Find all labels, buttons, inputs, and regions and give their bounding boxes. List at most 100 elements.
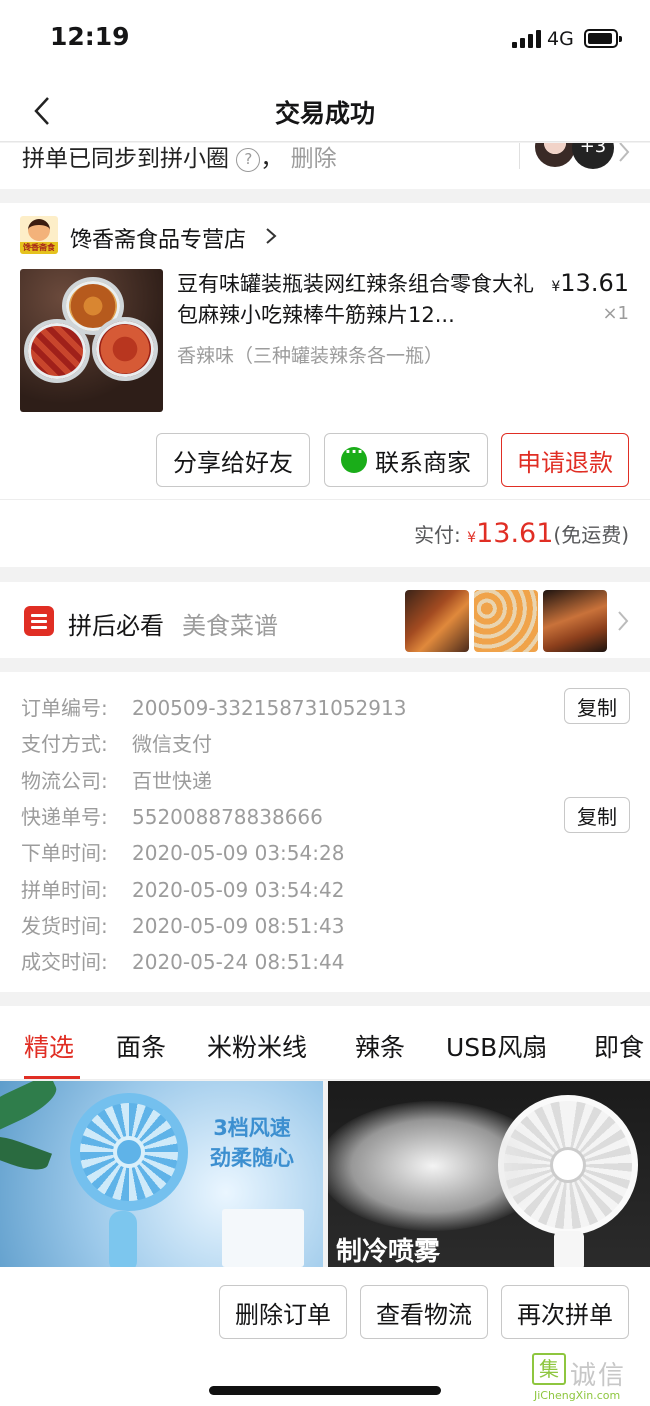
paid-currency: ¥ [467,530,477,546]
watermark: 集 诚信 JiChengXin.com [532,1353,650,1406]
sync-text: 拼单已同步到拼小圈 ?， 删除 [22,143,337,173]
tab-rice-noodles[interactable]: 米粉米线 [207,1028,307,1064]
product-caption: 制冷喷雾 [336,1237,441,1267]
delete-order-button[interactable]: 删除订单 [219,1285,347,1339]
view-logistics-button[interactable]: 查看物流 [360,1285,488,1339]
shop-name[interactable]: 馋香斋食品专营店 [70,222,246,254]
tab-usb-fan[interactable]: USB风扇 [446,1028,547,1064]
tab-spicy-strips[interactable]: 辣条 [355,1028,405,1064]
product-quantity: ×1 [602,303,629,324]
mist-image [328,1101,548,1231]
copy-order-number-button[interactable]: 复制 [564,688,630,724]
shop-logo: 馋香斋食品 [20,216,58,254]
sync-label: 拼单已同步到拼小圈 [22,146,229,172]
product-spec: 香辣味（三种罐装辣条各一瓶） [177,345,444,367]
detail-label: 拼单时间: [21,878,108,902]
detail-row-payment: 支付方式: 微信支付 [21,728,212,757]
price-currency: ¥ [551,279,561,295]
detail-value: 2020-05-24 08:51:44 [132,950,345,974]
detail-value: 200509-332158731052913 [132,696,407,720]
refund-button[interactable]: 申请退款 [501,433,629,487]
detail-label: 支付方式: [21,732,108,756]
product-caption: 3档风速 劲柔随心 [210,1113,294,1173]
share-button[interactable]: 分享给好友 [156,433,310,487]
recipe-image [474,590,538,652]
chevron-right-icon [266,228,277,244]
detail-value: 2020-05-09 03:54:42 [132,878,345,902]
detail-label: 发货时间: [21,914,108,938]
detail-label: 物流公司: [21,769,108,793]
tab-instant[interactable]: 即食 [594,1028,644,1064]
divider [0,499,650,500]
tab-indicator [24,1076,80,1079]
detail-row-tracking: 快递单号: 552008878838666 [21,801,323,830]
sync-row[interactable]: 拼单已同步到拼小圈 ?， 删除 +3 [0,143,650,189]
tab-noodles[interactable]: 面条 [116,1028,166,1064]
detail-value: 552008878838666 [132,805,323,829]
detail-label: 下单时间: [21,841,108,865]
recipe-sublabel: 美食菜谱 [182,612,278,640]
order-detail-screen: 12:19 4G 交易成功 拼单已同步到拼小圈 ?， 删除 +3 馋香斋食品 馋… [0,0,650,1406]
home-indicator [209,1386,441,1395]
detail-label: 快递单号: [21,805,108,829]
detail-value: 微信支付 [132,732,212,756]
chat-bubble-icon [341,442,367,473]
contact-seller-label: 联系商家 [375,448,471,477]
paid-note: (免运费) [553,523,629,547]
detail-value: 百世快递 [132,769,212,793]
detail-label: 成交时间: [21,950,108,974]
product-thumbnail[interactable] [20,269,163,412]
detail-value: 2020-05-09 08:51:43 [132,914,345,938]
recipe-image [543,590,607,652]
watermark-logo: 集 [532,1353,566,1385]
detail-row-complete-time: 成交时间: 2020-05-24 08:51:44 [21,946,344,975]
shop-card: 馋香斋食品 馋香斋食品专营店 豆有味罐装瓶装网红辣条组合零食大礼包麻辣小吃辣棒牛… [0,203,650,567]
watermark-url: JiChengXin.com [534,1389,621,1402]
contact-seller-button[interactable]: 联系商家 [324,433,488,487]
detail-row-order-number: 订单编号: 200509-332158731052913 [21,692,406,721]
detail-value: 2020-05-09 03:54:28 [132,841,345,865]
question-circle-icon[interactable]: ? [236,148,261,172]
network-label: 4G [547,28,574,50]
product-title[interactable]: 豆有味罐装瓶装网红辣条组合零食大礼包麻辣小吃辣棒牛筋辣片12... [177,269,537,331]
product-price: ¥13.61 [551,269,629,297]
battery-icon [584,29,622,48]
bottom-action-bar: 删除订单 查看物流 再次拼单 集 诚信 JiChengXin.com [0,1267,650,1406]
watermark-text: 诚信 [570,1361,627,1391]
list-icon [24,606,54,636]
avatar [535,143,575,167]
copy-tracking-number-button[interactable]: 复制 [564,797,630,833]
chevron-right-icon [619,143,630,162]
paid-amount: 实付: ¥13.61(免运费) [414,518,629,549]
product-caption-line: 3档风速 [213,1116,291,1140]
detail-row-order-time: 下单时间: 2020-05-09 03:54:28 [21,837,344,866]
sync-separator: ， [260,146,284,172]
product-caption-line: 劲柔随心 [210,1146,294,1170]
recipe-image [405,590,469,652]
detail-label: 订单编号: [21,696,108,720]
recipe-label: 拼后必看 [68,612,164,640]
signal-icon [512,30,542,48]
status-time: 12:19 [50,22,130,51]
nav-bar: 交易成功 [0,80,650,142]
product-card[interactable]: 制冷喷雾 [328,1081,650,1267]
shop-logo-text: 馋香斋食品 [20,242,58,254]
status-bar: 12:19 4G [0,0,650,80]
paid-label: 实付: [414,523,461,547]
chevron-right-icon [618,611,629,631]
detail-row-carrier: 物流公司: 百世快递 [21,765,212,794]
paid-value: 13.61 [476,518,554,549]
divider [519,143,520,169]
page-title: 交易成功 [274,99,375,128]
tab-featured[interactable]: 精选 [24,1028,74,1064]
sync-delete-link[interactable]: 删除 [291,146,337,172]
detail-row-group-time: 拼单时间: 2020-05-09 03:54:42 [21,874,344,903]
price-value: 13.61 [560,269,629,297]
product-box-image [222,1209,304,1267]
order-details: 订单编号: 200509-332158731052913 复制 支付方式: 微信支付… [0,672,650,992]
detail-row-ship-time: 发货时间: 2020-05-09 08:51:43 [21,910,344,939]
product-card[interactable]: 3档风速 劲柔随心 [0,1081,323,1267]
category-tabs: 精选 面条 米粉米线 辣条 USB风扇 即食 [0,1006,650,1080]
reorder-button[interactable]: 再次拼单 [501,1285,629,1339]
recipe-row[interactable]: 拼后必看 美食菜谱 [0,582,650,658]
